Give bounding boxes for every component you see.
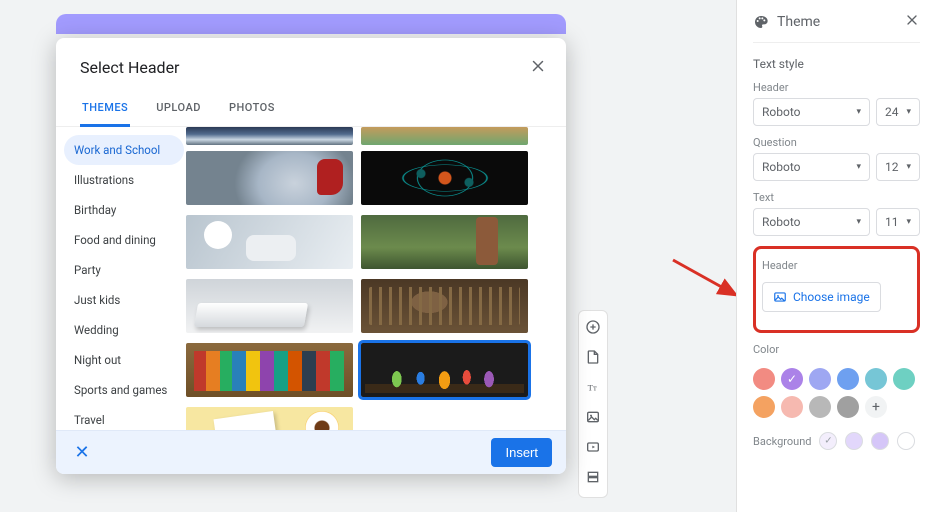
dialog-footer: ✕ Insert xyxy=(56,430,566,474)
add-section-icon[interactable] xyxy=(585,469,601,489)
header-size-select[interactable]: 24▾ xyxy=(876,98,920,126)
category-item[interactable]: Illustrations xyxy=(64,165,184,195)
color-swatch[interactable] xyxy=(753,368,775,390)
theme-panel-title: Theme xyxy=(777,14,820,30)
color-swatch[interactable] xyxy=(809,396,831,418)
add-image-icon[interactable] xyxy=(585,409,601,429)
choose-image-label: Choose image xyxy=(793,290,870,304)
dialog-close-button[interactable] xyxy=(524,52,552,80)
image-icon xyxy=(773,290,787,304)
category-item[interactable]: Just kids xyxy=(64,285,184,315)
category-item[interactable]: Night out xyxy=(64,345,184,375)
text-font-select[interactable]: Roboto▾ xyxy=(753,208,870,236)
question-font-label: Question xyxy=(753,136,920,149)
background-row: Background xyxy=(753,432,920,450)
color-swatch[interactable] xyxy=(893,368,915,390)
add-title-icon[interactable]: Tт xyxy=(585,379,601,399)
tab-upload[interactable]: UPLOAD xyxy=(154,91,203,126)
category-item[interactable]: Party xyxy=(64,255,184,285)
category-item[interactable]: Work and School xyxy=(64,135,184,165)
header-thumbnail[interactable] xyxy=(186,215,353,269)
color-swatch[interactable] xyxy=(837,368,859,390)
background-swatch-selected[interactable] xyxy=(819,432,837,450)
background-swatch[interactable] xyxy=(871,432,889,450)
background-swatch[interactable] xyxy=(845,432,863,450)
svg-text:Tт: Tт xyxy=(588,382,597,392)
question-size-select[interactable]: 12▾ xyxy=(876,153,920,181)
header-font-label: Header xyxy=(753,81,920,94)
header-thumbnail[interactable] xyxy=(186,407,353,430)
category-list: Work and School Illustrations Birthday F… xyxy=(56,127,184,430)
form-header-strip xyxy=(56,14,566,34)
header-thumbnail[interactable] xyxy=(186,279,353,333)
add-question-icon[interactable] xyxy=(585,319,601,339)
header-thumbnail-selected[interactable] xyxy=(361,343,528,397)
thumbnail-grid xyxy=(184,127,566,430)
add-video-icon[interactable] xyxy=(585,439,601,459)
insert-button[interactable]: Insert xyxy=(491,438,552,467)
choose-image-button[interactable]: Choose image xyxy=(762,282,881,312)
color-swatches: + xyxy=(753,368,920,418)
color-swatch[interactable] xyxy=(809,368,831,390)
category-item[interactable]: Travel xyxy=(64,405,184,430)
color-label: Color xyxy=(753,343,920,356)
import-questions-icon[interactable] xyxy=(585,349,601,369)
header-thumbnail[interactable] xyxy=(186,343,353,397)
tab-themes[interactable]: THEMES xyxy=(80,91,130,127)
form-side-toolbar: Tт xyxy=(578,310,608,498)
header-image-label: Header xyxy=(762,259,911,272)
header-thumbnail[interactable] xyxy=(361,215,528,269)
theme-panel: Theme Text style Header Roboto▾ 24▾ Ques… xyxy=(736,0,936,512)
select-header-dialog: Select Header THEMES UPLOAD PHOTOS Work … xyxy=(56,38,566,474)
dialog-cancel-button[interactable]: ✕ xyxy=(70,442,94,463)
text-style-title: Text style xyxy=(753,57,920,71)
header-thumbnail[interactable] xyxy=(186,151,353,205)
category-item[interactable]: Birthday xyxy=(64,195,184,225)
theme-panel-close-icon[interactable] xyxy=(904,12,920,32)
color-swatch[interactable] xyxy=(837,396,859,418)
color-swatch-add[interactable]: + xyxy=(865,396,887,418)
color-swatch-selected[interactable] xyxy=(781,368,803,390)
tab-photos[interactable]: PHOTOS xyxy=(227,91,277,126)
palette-icon xyxy=(753,14,769,30)
category-item[interactable]: Wedding xyxy=(64,315,184,345)
color-swatch[interactable] xyxy=(753,396,775,418)
dialog-tabs: THEMES UPLOAD PHOTOS xyxy=(56,91,566,127)
question-font-select[interactable]: Roboto▾ xyxy=(753,153,870,181)
text-font-label: Text xyxy=(753,191,920,204)
category-item[interactable]: Food and dining xyxy=(64,225,184,255)
header-image-section: Header Choose image xyxy=(753,246,920,333)
header-thumbnail[interactable] xyxy=(361,279,528,333)
text-size-select[interactable]: 11▾ xyxy=(876,208,920,236)
header-thumbnail[interactable] xyxy=(186,127,353,145)
header-thumbnail[interactable] xyxy=(361,127,528,145)
background-swatch[interactable] xyxy=(897,432,915,450)
dialog-title: Select Header xyxy=(80,58,542,77)
header-font-select[interactable]: Roboto▾ xyxy=(753,98,870,126)
category-item[interactable]: Sports and games xyxy=(64,375,184,405)
background-label: Background xyxy=(753,435,811,448)
color-swatch[interactable] xyxy=(865,368,887,390)
header-thumbnail[interactable] xyxy=(361,151,528,205)
color-swatch[interactable] xyxy=(781,396,803,418)
